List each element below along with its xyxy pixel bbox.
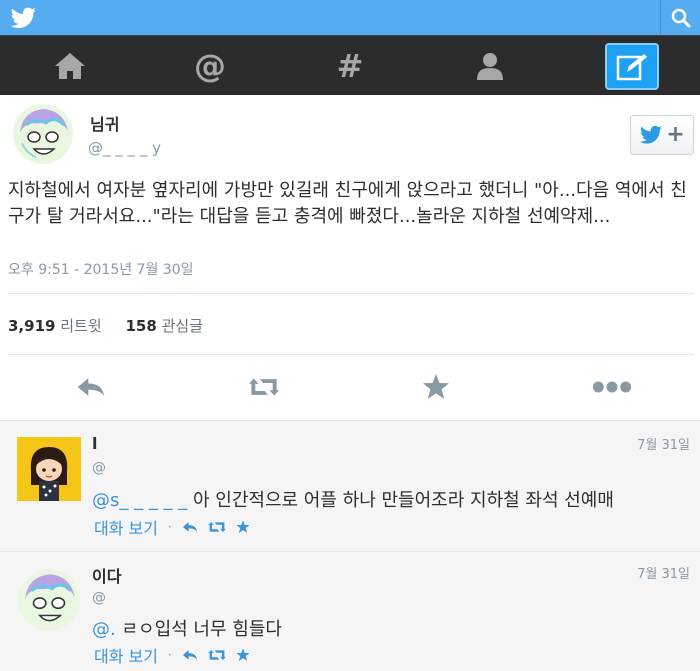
reply-button[interactable] — [76, 372, 106, 402]
reply-text: @s_ _ _ _ _ 아 인간적으로 어플 하나 만들어조라 지하철 좌석 선… — [92, 486, 614, 512]
follow-button[interactable]: + — [630, 115, 694, 155]
top-bar — [0, 0, 700, 35]
follow-plus: + — [666, 122, 685, 147]
nav-profile[interactable] — [420, 36, 560, 96]
profile-icon — [477, 53, 503, 80]
separator-dot: · — [167, 648, 172, 662]
discover-icon: # — [336, 47, 364, 85]
tweet-text: 지하철에서 여자분 옆자리에 가방만 있길래 친구에게 앉으라고 했더니 "아.… — [8, 180, 687, 227]
reply-icon[interactable] — [182, 649, 198, 661]
reply-author-handle[interactable]: @ — [92, 460, 106, 476]
avatar[interactable] — [12, 103, 74, 165]
search-button[interactable] — [660, 0, 700, 35]
view-conversation-link[interactable]: 대화 보기 — [94, 515, 158, 539]
reply-date[interactable]: 7월 31일 — [637, 563, 690, 582]
author-name[interactable]: 님귀 — [90, 111, 119, 135]
star-icon[interactable] — [236, 520, 250, 534]
retweet-icon — [249, 378, 279, 396]
tweet-detail: 님귀 @_ _ _ _ y + 지하철에서 여자분 옆자리에 가방만 있길래 친… — [0, 95, 700, 420]
home-icon — [55, 53, 85, 79]
reply-author-name[interactable]: l — [92, 434, 97, 453]
tweet-timestamp[interactable]: 오후 9:51 - 2015년 7월 30일 — [8, 259, 194, 279]
nav-compose[interactable] — [605, 43, 659, 90]
list-item[interactable]: l @ 7월 31일 @s_ _ _ _ _ 아 인간적으로 어플 하나 만들어… — [0, 421, 700, 551]
more-button[interactable] — [592, 372, 632, 402]
reply-author-name[interactable]: 이다 — [92, 563, 121, 587]
avatar[interactable] — [17, 568, 81, 632]
replies-list: l @ 7월 31일 @s_ _ _ _ _ 아 인간적으로 어플 하나 만들어… — [0, 420, 700, 671]
reply-body: ㄹㅇ입석 너무 힘들다 — [121, 619, 282, 640]
separator-dot: · — [167, 520, 172, 534]
follow-bird-icon — [640, 125, 663, 144]
mentions-icon: @ — [194, 47, 226, 85]
compose-icon — [616, 53, 647, 80]
star-icon — [423, 374, 449, 399]
mention-link[interactable]: @. — [92, 619, 121, 640]
favorite-label[interactable]: 관심글 — [162, 317, 203, 335]
redaction — [128, 109, 168, 129]
author-handle[interactable]: @_ _ _ _ y — [88, 139, 161, 157]
more-icon — [592, 381, 632, 393]
reply-icon[interactable] — [182, 521, 198, 533]
nav-mentions[interactable]: @ — [140, 36, 280, 96]
reply-icon — [77, 378, 105, 396]
retweet-icon[interactable] — [208, 521, 226, 533]
mention-link[interactable]: @s_ _ _ _ _ — [92, 490, 187, 511]
reply-body: 아 인간적으로 어플 하나 만들어조라 지하철 좌석 선예매 — [193, 490, 614, 511]
favorite-button[interactable] — [421, 372, 451, 402]
reply-footer: 대화 보기 · — [94, 643, 250, 667]
reply-text: @. ㄹㅇ입석 너무 힘들다 — [92, 615, 282, 641]
avatar[interactable] — [17, 437, 81, 501]
favorite-count[interactable]: 158 — [125, 317, 156, 335]
reply-date[interactable]: 7월 31일 — [637, 434, 690, 453]
star-icon[interactable] — [236, 648, 250, 662]
view-conversation-link[interactable]: 대화 보기 — [94, 643, 158, 667]
retweet-label[interactable]: 리트윗 — [60, 317, 101, 335]
tweet-stats: 3,919 리트윗 158 관심글 — [8, 315, 203, 336]
reply-author-handle[interactable]: @ — [92, 590, 106, 606]
reply-footer: 대화 보기 · — [94, 515, 250, 539]
search-icon — [671, 8, 690, 27]
retweet-count[interactable]: 3,919 — [8, 317, 55, 335]
nav-discover[interactable]: # — [280, 36, 420, 96]
retweet-button[interactable] — [249, 372, 279, 402]
twitter-bird-icon[interactable] — [6, 4, 42, 32]
divider — [8, 354, 694, 355]
list-item[interactable]: 이다 @ 7월 31일 @. ㄹㅇ입석 너무 힘들다 대화 보기 · — [0, 552, 700, 671]
retweet-icon[interactable] — [208, 649, 226, 661]
nav-bar: @ # — [0, 35, 700, 95]
divider — [8, 293, 694, 294]
nav-home[interactable] — [0, 36, 140, 96]
